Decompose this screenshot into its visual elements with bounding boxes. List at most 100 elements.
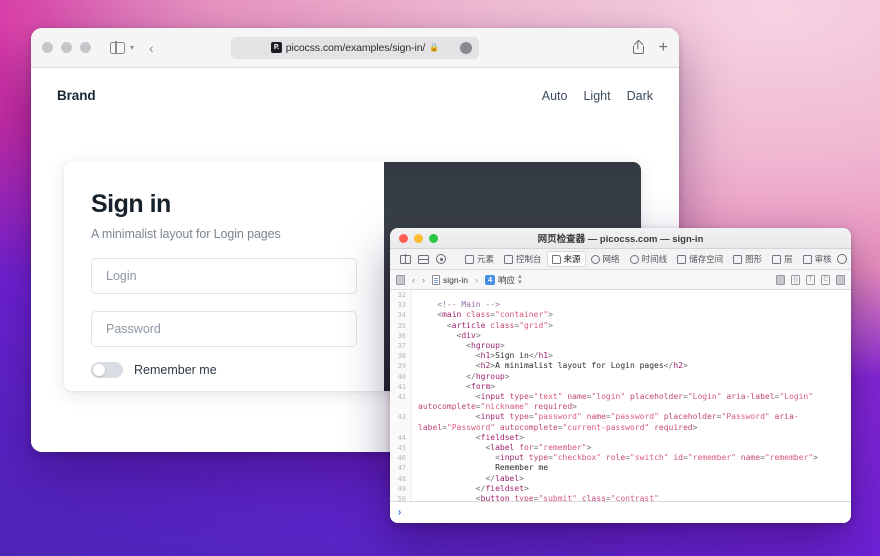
line-number: 38 xyxy=(390,351,412,362)
source-code-viewer[interactable]: 32 33 <!-- Main --> 34 <main class="conta… xyxy=(390,290,851,501)
breadcrumb-file-label: sign-in xyxy=(443,274,469,285)
theme-link-auto[interactable]: Auto xyxy=(542,89,568,103)
console-icon xyxy=(504,254,514,264)
address-bar[interactable]: P. picocss.com/examples/sign-in/ 🔒 xyxy=(231,36,479,59)
back-button[interactable]: ‹ xyxy=(149,40,154,56)
zoom-window-button[interactable] xyxy=(80,42,91,53)
tab-graphics-label: 图形 xyxy=(745,254,763,264)
theme-link-light[interactable]: Light xyxy=(583,89,610,103)
breadcrumb-forward-button[interactable]: › xyxy=(422,275,425,285)
console-prompt-icon: › xyxy=(398,507,402,518)
tab-console[interactable]: 控制台 xyxy=(499,251,547,267)
theme-link-dark[interactable]: Dark xyxy=(627,89,653,103)
code-line[interactable]: 47 Remember me xyxy=(390,463,851,474)
panel-icon[interactable] xyxy=(836,274,845,285)
line-number: 48 xyxy=(390,473,412,484)
inspector-titlebar: 网页检查器 — picocss.com — sign-in xyxy=(390,228,851,249)
new-tab-button[interactable]: + xyxy=(659,39,668,56)
sidebar-icon[interactable] xyxy=(110,41,125,54)
console-input-row[interactable]: › xyxy=(390,501,851,523)
text-icon[interactable]: T xyxy=(806,274,815,285)
breadcrumb-back-button[interactable]: ‹ xyxy=(412,275,415,285)
remember-me-row[interactable]: Remember me xyxy=(91,362,357,378)
password-input[interactable]: Password xyxy=(91,311,357,347)
close-window-button[interactable] xyxy=(42,42,53,53)
tab-sources[interactable]: 来源 xyxy=(546,251,586,267)
share-icon[interactable] xyxy=(632,41,644,54)
url-text: picocss.com/examples/sign-in/ xyxy=(285,41,426,54)
code-line[interactable]: 45 <label for="remember"> xyxy=(390,443,851,454)
window-traffic-lights[interactable] xyxy=(42,42,91,53)
code-line-content: Remember me xyxy=(418,463,549,473)
code-line[interactable]: 32 xyxy=(390,290,851,301)
breadcrumb-file[interactable]: sign-in xyxy=(432,274,469,285)
search-icon[interactable] xyxy=(836,254,847,264)
breadcrumb-right-icons: {} T C xyxy=(776,274,845,285)
inspector-traffic-lights[interactable] xyxy=(399,233,438,243)
page-title: Sign in xyxy=(91,190,171,218)
tab-layers[interactable]: 层 xyxy=(767,251,798,267)
inspect-element-icon[interactable] xyxy=(436,254,446,264)
format-icon[interactable]: {} xyxy=(791,274,800,285)
copy-icon[interactable] xyxy=(776,274,785,285)
code-line[interactable]: 42 <input type="text" name="login" place… xyxy=(390,392,851,413)
code-line[interactable]: 48 </label> xyxy=(390,473,851,484)
code-line[interactable]: 41 <form> xyxy=(390,381,851,393)
code-line[interactable]: 46 <input type="checkbox" role="switch" … xyxy=(390,453,851,464)
code-line-content: </hgroup> xyxy=(418,371,510,381)
tab-network[interactable]: 网络 xyxy=(586,251,625,267)
lock-icon: 🔒 xyxy=(429,43,440,52)
panel-toggle-icon[interactable] xyxy=(396,274,405,285)
code-line[interactable]: 34 <main class="container"> xyxy=(390,310,851,321)
code-line[interactable]: 40 </hgroup> xyxy=(390,371,851,382)
tab-audit[interactable]: 审核 xyxy=(798,251,837,267)
breadcrumb-separator: › xyxy=(475,274,479,285)
code-line[interactable]: 44 <fieldset> xyxy=(390,432,851,444)
code-line[interactable]: 38 <h1>Sign in</h1> xyxy=(390,351,851,362)
code-line-content: <input type="password" name="password" p… xyxy=(418,412,799,432)
code-line[interactable]: 36 <div> xyxy=(390,330,851,342)
line-number: 42 xyxy=(390,392,412,413)
tab-elements-label: 元素 xyxy=(477,254,495,264)
tab-elements[interactable]: 元素 xyxy=(460,251,499,267)
code-line-content: <input type="text" name="login" placehol… xyxy=(418,392,818,412)
line-number: 50 xyxy=(390,494,412,501)
remember-me-label: Remember me xyxy=(134,363,217,377)
code-line[interactable]: 49 </fieldset> xyxy=(390,483,851,495)
sources-icon xyxy=(551,254,561,264)
code-line[interactable]: 39 <h2>A minimalist layout for Login pag… xyxy=(390,361,851,372)
line-number: 49 xyxy=(390,483,412,495)
chevron-down-icon[interactable]: ▾ xyxy=(130,43,134,52)
css-icon[interactable]: C xyxy=(821,274,830,285)
line-number: 43 xyxy=(390,412,412,433)
inspector-layout-controls xyxy=(394,254,452,264)
tab-layers-label: 层 xyxy=(784,254,793,264)
dock-bottom-icon[interactable] xyxy=(417,254,430,264)
code-line-content: <label for="remember"> xyxy=(418,443,592,453)
code-line[interactable]: 37 <hgroup> xyxy=(390,341,851,352)
dock-side-icon[interactable] xyxy=(400,254,411,264)
inspector-close-button[interactable] xyxy=(399,233,408,243)
breadcrumb-resource[interactable]: 4 响应 ▴ ▾ xyxy=(485,273,522,286)
line-number: 44 xyxy=(390,432,412,444)
breadcrumb-resource-label: 响应 xyxy=(498,274,516,285)
tab-graphics[interactable]: 图形 xyxy=(728,251,767,267)
stepper-icon[interactable]: ▴ ▾ xyxy=(518,273,522,286)
elements-icon xyxy=(465,254,474,264)
brand-logo[interactable]: Brand xyxy=(57,88,96,103)
code-line[interactable]: 43 <input type="password" name="password… xyxy=(390,412,851,433)
line-number: 33 xyxy=(390,300,412,311)
login-input[interactable]: Login xyxy=(91,258,357,294)
code-line[interactable]: 35 <article class="grid"> xyxy=(390,320,851,331)
minimize-window-button[interactable] xyxy=(61,42,72,53)
code-line[interactable]: 50 <button type="submit" class="contrast… xyxy=(390,494,851,501)
line-number: 39 xyxy=(390,361,412,372)
code-line[interactable]: 33 <!-- Main --> xyxy=(390,300,851,311)
remember-me-toggle[interactable] xyxy=(91,362,123,378)
tab-timeline[interactable]: 时间线 xyxy=(625,251,673,267)
tab-storage[interactable]: 储存空间 xyxy=(672,251,728,267)
layers-icon xyxy=(772,254,782,264)
inspector-zoom-button[interactable] xyxy=(429,233,438,243)
more-icon[interactable] xyxy=(460,41,472,54)
inspector-minimize-button[interactable] xyxy=(414,233,423,243)
